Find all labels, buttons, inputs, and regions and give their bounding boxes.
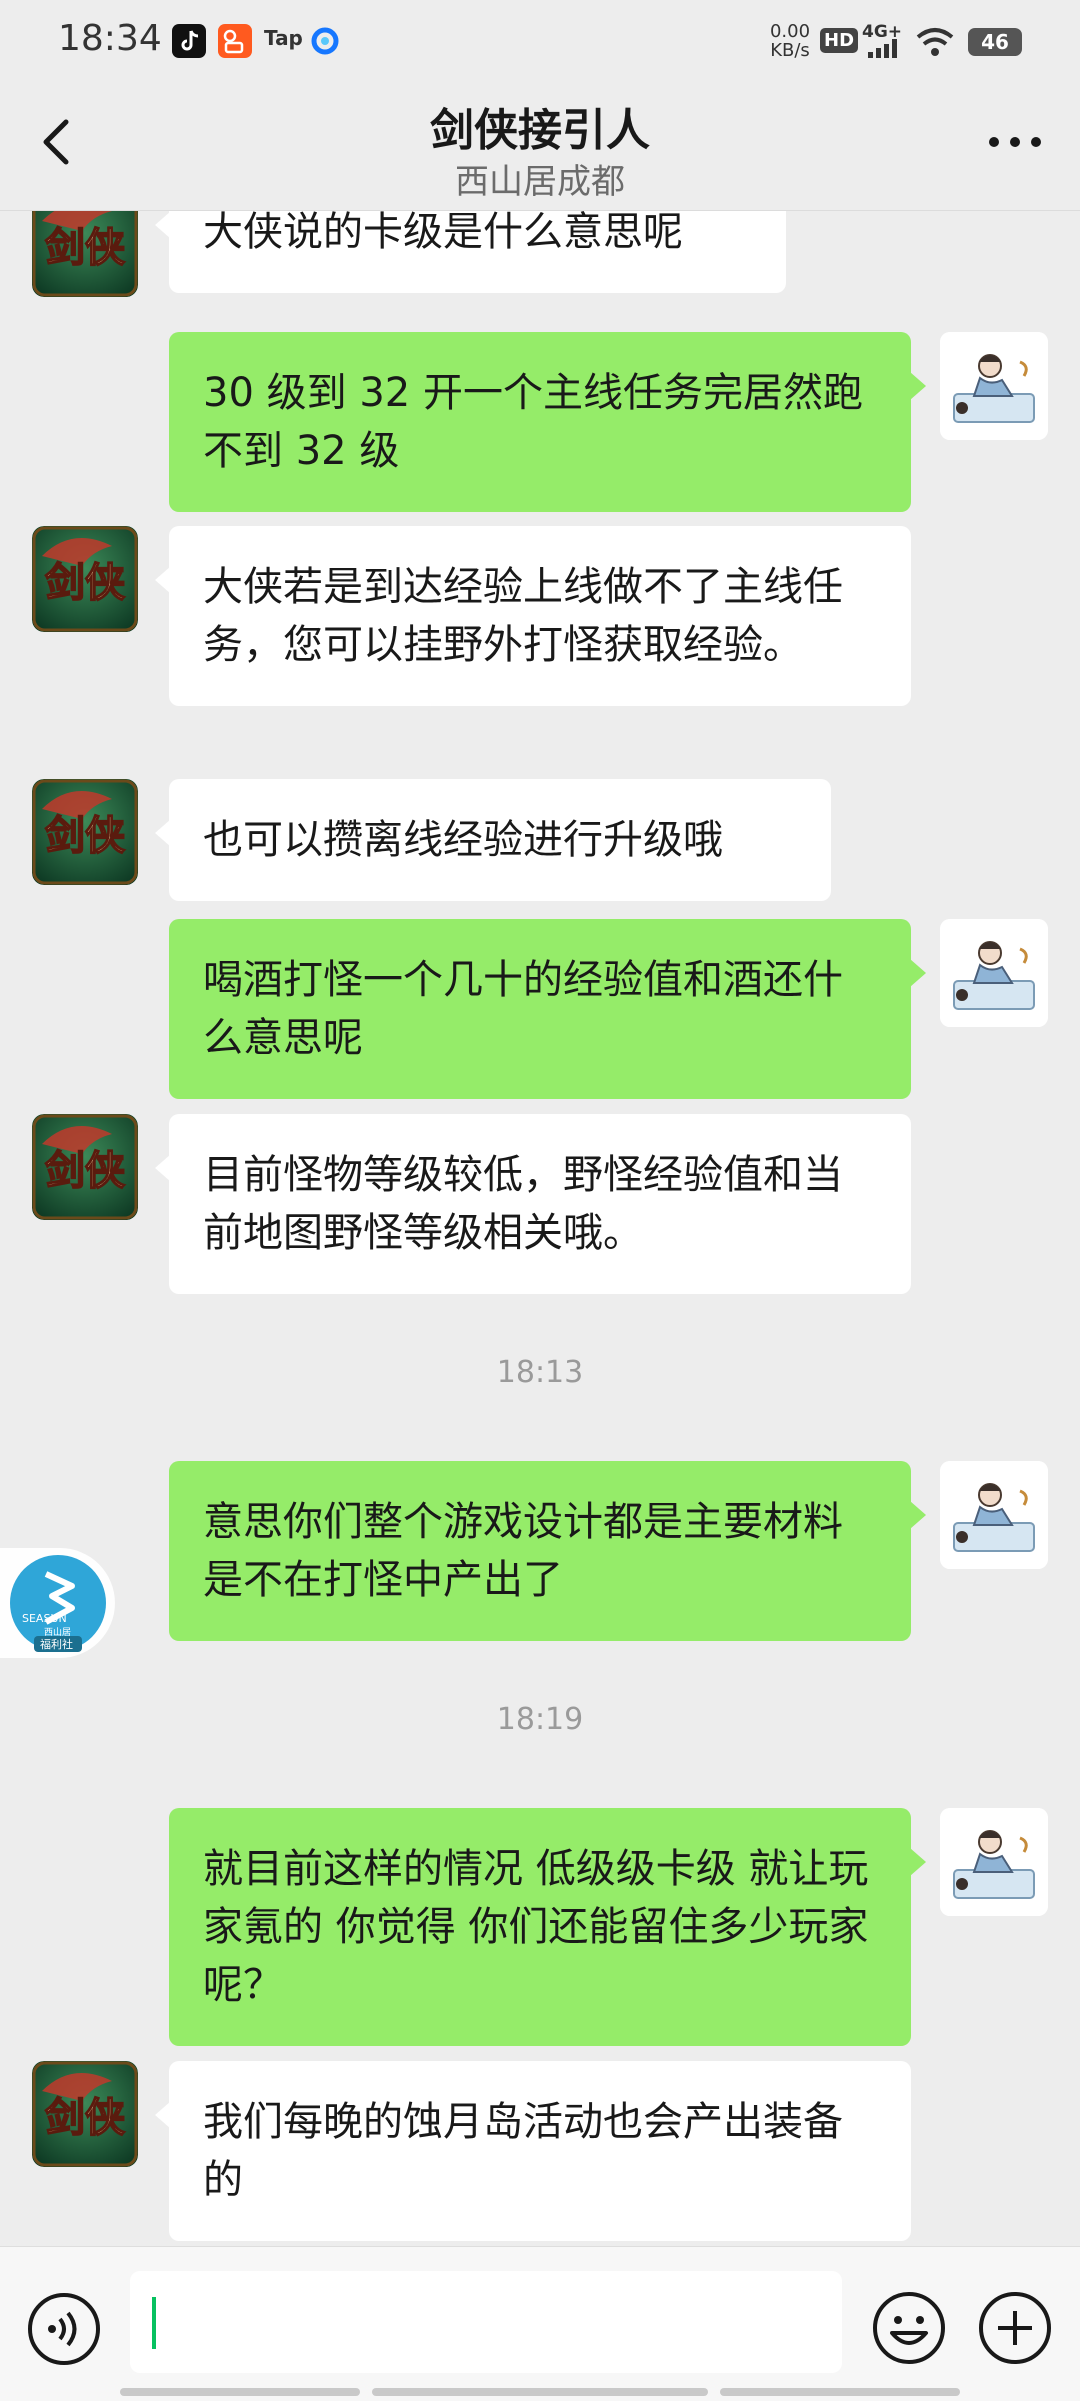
avatar-jianxia[interactable]: 剑侠 xyxy=(32,526,138,632)
message-bubble[interactable]: 意思你们整个游戏设计都是主要材料是不在打怪中产出了 xyxy=(169,1461,926,1641)
svg-text:剑侠: 剑侠 xyxy=(45,812,126,859)
avatar-user[interactable] xyxy=(940,1461,1048,1569)
voice-button[interactable] xyxy=(26,2291,102,2367)
svg-text:剑侠: 剑侠 xyxy=(45,2094,126,2141)
welfare-floating-button[interactable]: SEASUN 西山居 福利社 xyxy=(0,1548,118,1658)
status-time: 18:34 xyxy=(58,18,162,59)
message-bubble[interactable]: 大侠若是到达经验上线做不了主线任务，您可以挂野外打怪获取经验。 xyxy=(155,526,911,706)
avatar-jianxia[interactable]: 剑侠 xyxy=(32,211,138,297)
message-bubble[interactable]: 喝酒打怪一个几十的经验值和酒还什么意思呢 xyxy=(169,919,926,1099)
more-functions-button[interactable] xyxy=(976,2289,1054,2367)
gesture-bar xyxy=(720,2388,960,2396)
welfare-label: 福利社 xyxy=(40,1638,73,1651)
message-bubble[interactable]: 就目前这样的情况 低级级卡级 就让玩家氪的 你觉得 你们还能留住多少玩家呢？ xyxy=(169,1808,926,2046)
chat-header: 剑侠接引人 西山居成都 xyxy=(0,82,1080,211)
svg-text:剑侠: 剑侠 xyxy=(45,1147,126,1194)
battery-icon: 46 xyxy=(968,28,1022,56)
text-caret xyxy=(152,2297,156,2349)
avatar-user[interactable] xyxy=(940,1808,1048,1916)
browser-icon xyxy=(308,24,342,58)
plus-icon xyxy=(979,2292,1051,2364)
gesture-bar xyxy=(372,2388,708,2396)
input-bar xyxy=(0,2246,1080,2401)
emoji-button[interactable] xyxy=(870,2289,948,2367)
svg-text:剑侠: 剑侠 xyxy=(45,559,126,606)
timestamp: 18:19 xyxy=(496,1702,584,1737)
tiktok-icon xyxy=(172,24,206,58)
voice-icon xyxy=(28,2293,100,2365)
wifi-icon xyxy=(916,26,954,62)
avatar-user[interactable] xyxy=(940,919,1048,1027)
kuaishou-icon xyxy=(218,24,252,58)
avatar-jianxia[interactable]: 剑侠 xyxy=(32,779,138,885)
seasun-brand: SEASUN xyxy=(22,1612,67,1625)
status-bar: 18:34 Tap 0.00 KB/s HD 4G+ 46 xyxy=(0,0,1080,82)
message-bubble[interactable]: 我们每晚的蚀月岛活动也会产出装备的 xyxy=(155,2061,911,2241)
emoji-icon xyxy=(873,2292,945,2364)
message-bubble[interactable]: 大侠说的卡级是什么意思呢 xyxy=(155,211,786,293)
signal-icon xyxy=(868,38,904,62)
timestamp: 18:13 xyxy=(496,1355,584,1390)
battery-level: 46 xyxy=(981,30,1009,54)
message-bubble[interactable]: 目前怪物等级较低，野怪经验值和当前地图野怪等级相关哦。 xyxy=(155,1114,911,1294)
chat-title: 剑侠接引人 xyxy=(430,105,650,156)
tap-icon: Tap xyxy=(264,26,303,50)
message-list[interactable]: 剑侠 大侠说的卡级是什么意思呢 30 级到 32 开一个主线任务完居然跑不到 3… xyxy=(0,211,1080,2246)
message-input[interactable] xyxy=(130,2271,842,2373)
avatar-jianxia[interactable]: 剑侠 xyxy=(32,1114,138,1220)
svg-text:剑侠: 剑侠 xyxy=(45,224,126,271)
avatar-jianxia[interactable]: 剑侠 xyxy=(32,2061,138,2167)
chat-subtitle: 西山居成都 xyxy=(455,162,625,202)
message-bubble[interactable]: 30 级到 32 开一个主线任务完居然跑不到 32 级 xyxy=(169,332,926,512)
hd-icon: HD xyxy=(820,28,859,53)
more-dots-icon xyxy=(989,137,1041,147)
more-button[interactable] xyxy=(980,122,1050,162)
gesture-bar xyxy=(120,2388,360,2396)
net-speed: 0.00 KB/s xyxy=(769,21,811,61)
message-bubble[interactable]: 也可以攒离线经验进行升级哦 xyxy=(155,779,831,901)
avatar-user[interactable] xyxy=(940,332,1048,440)
